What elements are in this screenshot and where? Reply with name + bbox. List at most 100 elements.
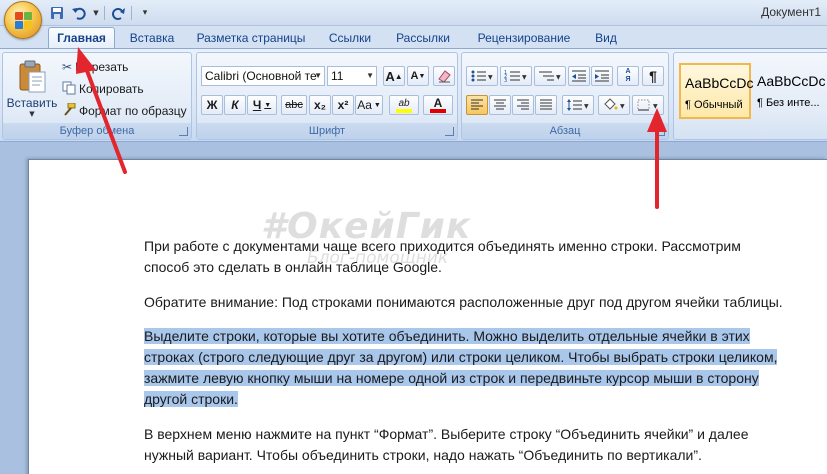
change-case-button[interactable]: Aa ▼: [355, 95, 383, 115]
multilevel-list-icon: ▼: [539, 71, 561, 81]
paragraph-group-label: Абзац: [462, 123, 668, 139]
styles-group: AaBbCcDc ¶ Обычный AaBbCcDc ¶ Без инте..…: [673, 52, 827, 140]
sort-button[interactable]: А Я: [617, 66, 639, 86]
redo-icon[interactable]: [109, 4, 127, 22]
paragraph-2[interactable]: Обратите внимание: Под строками понимают…: [144, 292, 784, 313]
paste-icon: [19, 60, 46, 93]
svg-text:▼: ▼: [556, 74, 561, 81]
qat-separator: [104, 6, 105, 20]
paint-bucket-icon: ▼: [604, 98, 625, 110]
increase-indent-button[interactable]: [591, 66, 613, 86]
align-center-button[interactable]: [489, 95, 511, 115]
quick-access-toolbar: ▼ ▾: [48, 3, 154, 23]
format-painter-button[interactable]: Формат по образцу: [61, 102, 188, 120]
borders-button[interactable]: ▼: [632, 95, 664, 115]
style-no-spacing[interactable]: AaBbCcDc ¶ Без инте...: [753, 63, 827, 119]
multilevel-list-button[interactable]: ▼: [534, 66, 566, 86]
svg-text:▼: ▼: [620, 103, 625, 110]
subscript-button[interactable]: x₂: [309, 95, 331, 115]
numbering-icon: 123 ▼: [504, 70, 527, 83]
paragraph-1[interactable]: При работе с документами чаще всего прих…: [144, 236, 784, 278]
numbering-button[interactable]: 1 2 3 ▼: [500, 66, 532, 86]
undo-dropdown-icon[interactable]: ▼: [92, 4, 100, 22]
style-no-spacing-name: ¶ Без инте...: [757, 97, 820, 109]
font-size-combo[interactable]: 11 ▼: [327, 66, 377, 86]
copy-label: Копировать: [79, 82, 144, 96]
grow-font-button[interactable]: A ▲: [383, 66, 405, 86]
line-spacing-icon: ▼: [567, 99, 589, 111]
clear-formatting-button[interactable]: [433, 66, 455, 86]
style-normal-sample: AaBbCcDc: [685, 75, 754, 91]
align-left-button[interactable]: [466, 95, 488, 115]
bold-button[interactable]: Ж: [201, 95, 223, 115]
font-color-label: A: [433, 96, 443, 110]
shading-button[interactable]: ▼: [598, 95, 630, 115]
svg-text:▼: ▼: [653, 103, 658, 110]
italic-button[interactable]: К: [224, 95, 246, 115]
decrease-indent-button[interactable]: [568, 66, 590, 86]
strikethrough-button[interactable]: abc: [281, 95, 307, 115]
shrink-font-button[interactable]: A ▼: [407, 66, 429, 86]
superscript-button[interactable]: x²: [332, 95, 354, 115]
ribbon: Вставить ▼ ✂ Вырезать Копировать Формат …: [0, 48, 827, 142]
tab-references[interactable]: Ссылки: [322, 28, 378, 48]
paste-label: Вставить: [6, 96, 58, 110]
paragraph-launcher-icon[interactable]: [656, 127, 665, 136]
font-launcher-icon[interactable]: [445, 127, 454, 136]
clipboard-group: Вставить ▼ ✂ Вырезать Копировать Формат …: [2, 52, 192, 140]
style-no-spacing-sample: AaBbCcDc: [757, 73, 826, 89]
underline-label: Ч: [252, 98, 262, 112]
paragraph-3-selected[interactable]: Выделите строки, которые вы хотите объед…: [144, 326, 784, 410]
tab-view[interactable]: Вид: [588, 28, 624, 48]
save-icon[interactable]: [48, 4, 66, 22]
cut-button[interactable]: ✂ Вырезать: [61, 58, 129, 76]
selected-text[interactable]: Выделите строки, которые вы хотите объед…: [144, 328, 778, 407]
qat-separator: [131, 6, 132, 20]
show-marks-button[interactable]: ¶: [642, 66, 664, 86]
svg-text:3: 3: [504, 78, 507, 83]
paragraph-4[interactable]: В верхнем меню нажмите на пункт “Формат”…: [144, 424, 784, 466]
font-name-value: Calibri (Основной те: [205, 69, 317, 83]
copy-button[interactable]: Копировать: [61, 80, 145, 98]
copy-icon: [62, 81, 76, 98]
undo-icon[interactable]: [70, 4, 88, 22]
svg-text:▼: ▼: [522, 74, 527, 81]
format-painter-label: Формат по образцу: [79, 104, 187, 118]
window-title: Документ1: [761, 5, 821, 19]
office-button[interactable]: [4, 1, 42, 39]
line-spacing-button[interactable]: ▼: [562, 95, 594, 115]
tab-page-layout[interactable]: Разметка страницы: [192, 28, 310, 48]
align-left-icon: [471, 99, 483, 110]
bullets-button[interactable]: ▼: [466, 66, 498, 86]
font-name-dropdown-icon[interactable]: ▼: [314, 67, 322, 85]
tab-home[interactable]: Главная: [48, 27, 115, 49]
font-size-dropdown-icon[interactable]: ▼: [366, 67, 374, 85]
font-name-combo[interactable]: Calibri (Основной те ▼: [201, 66, 325, 86]
font-color-button[interactable]: A: [423, 95, 453, 115]
eraser-icon: [438, 70, 451, 83]
align-right-button[interactable]: [512, 95, 534, 115]
customize-icon[interactable]: ▾: [136, 4, 154, 22]
tab-mailings[interactable]: Рассылки: [390, 28, 456, 48]
tab-insert[interactable]: Вставка: [122, 28, 182, 48]
grow-font-icon: ▲: [394, 71, 403, 81]
sort-icon: А Я: [625, 68, 631, 83]
change-case-dropdown-icon: ▼: [373, 101, 381, 109]
svg-text:▼: ▼: [584, 103, 589, 110]
change-case-label: Aa: [357, 98, 372, 112]
scissors-icon: ✂: [62, 60, 73, 74]
paste-button[interactable]: Вставить ▼: [7, 57, 57, 121]
justify-button[interactable]: [535, 95, 557, 115]
style-normal[interactable]: AaBbCcDc ¶ Обычный: [679, 63, 754, 119]
highlight-button[interactable]: ab: [389, 95, 419, 115]
justify-icon: [540, 99, 552, 110]
underline-button[interactable]: Ч ▼: [247, 95, 277, 115]
clipboard-launcher-icon[interactable]: [179, 127, 188, 136]
highlight-label: ab: [398, 97, 410, 109]
clipboard-group-label: Буфер обмена: [3, 123, 191, 139]
svg-text:▼: ▼: [488, 74, 493, 81]
decrease-indent-icon: [572, 70, 586, 82]
tab-review[interactable]: Рецензирование: [468, 28, 580, 48]
document-workspace: #ОкейГик Блог-помощник При работе с доку…: [0, 142, 827, 474]
document-page[interactable]: #ОкейГик Блог-помощник При работе с доку…: [28, 159, 827, 474]
